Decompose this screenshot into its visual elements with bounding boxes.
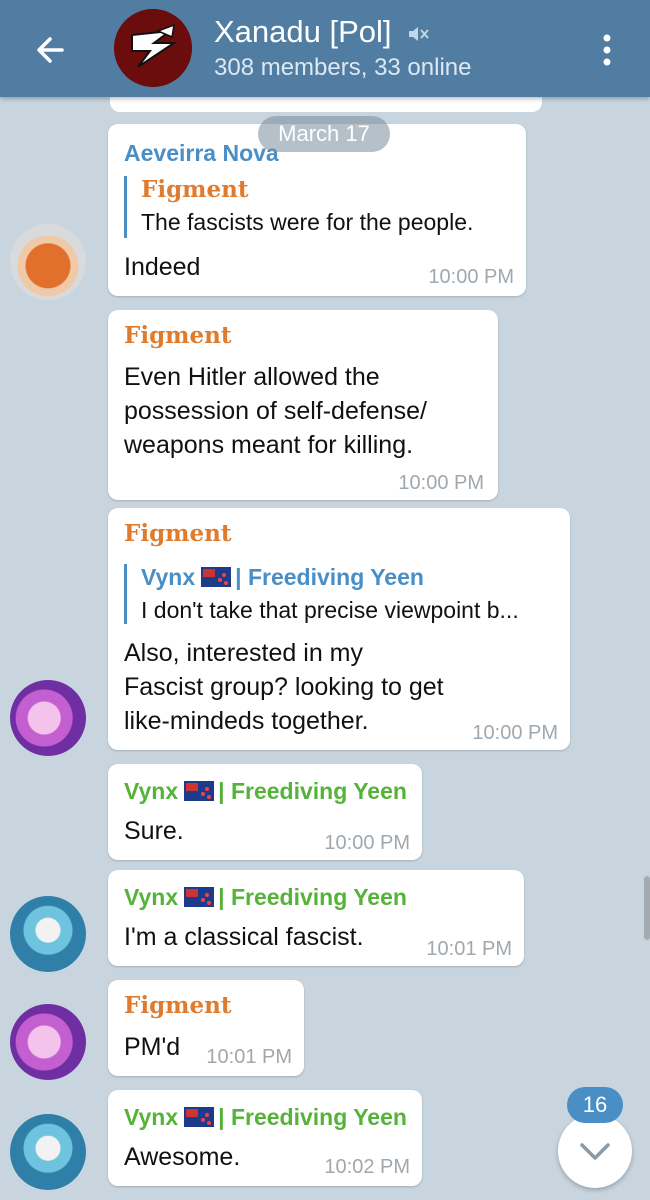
date-separator: March 17 [258,116,390,152]
reply-sender-prefix: Vynx [141,564,196,590]
new-zealand-flag-icon [184,1106,215,1127]
new-zealand-flag-icon [201,566,232,587]
unread-count-badge: 16 [567,1087,623,1123]
message-bubble[interactable]: Figment PM'd 10:01 PM [108,980,304,1076]
scrollbar[interactable] [644,876,650,940]
message-line: Even Hitler allowed the [124,363,380,391]
message-time: 10:01 PM [206,1046,292,1068]
user-avatar[interactable] [10,896,86,972]
more-options-icon[interactable] [592,30,622,70]
sender-name[interactable]: Vynx | Freediving Yeen [124,884,407,911]
chat-title-text: Xanadu [Pol] [214,14,392,49]
reply-sender-name: Vynx | Freediving Yeen [141,564,519,591]
message-line: like-mindeds together. [124,707,369,735]
sender-prefix: Vynx [124,778,179,804]
reply-text: The fascists were for the people. [141,209,474,235]
group-logo-icon [114,9,192,87]
reply-text: I don't take that precise viewpoint b... [141,597,519,623]
back-arrow-icon[interactable] [30,30,70,70]
message-bubble[interactable]: Figment Vynx | Freediving Yeen I don't ta… [108,508,570,750]
message-bubble[interactable]: Figment Even Hitler allowed the possessi… [108,310,498,500]
sender-suffix: | Freediving Yeen [218,778,407,804]
message-bubble[interactable]: Vynx | Freediving Yeen Awesome. 10:02 PM [108,1090,422,1186]
user-avatar[interactable] [10,224,86,300]
message-time: 10:00 PM [398,472,484,494]
chat-title[interactable]: Xanadu [Pol] [214,14,430,50]
message-text: Sure. [124,817,184,845]
sender-name[interactable]: Figment [124,520,231,547]
message-line: Also, interested in my [124,639,363,667]
message-time: 10:00 PM [472,722,558,744]
reply-sender-suffix: | Freediving Yeen [235,564,424,590]
reply-quote[interactable]: Vynx | Freediving Yeen I don't take that … [124,564,519,624]
sender-prefix: Vynx [124,884,179,910]
member-count: 308 members, 33 online [214,54,472,81]
reply-quote[interactable]: Figment The fascists were for the people… [124,176,473,238]
chevron-down-icon [580,1143,610,1160]
message-text: I'm a classical fascist. [124,923,364,951]
sender-name[interactable]: Figment [124,322,231,349]
message-text: PM'd [124,1033,181,1061]
muted-speaker-icon [409,26,429,41]
sender-suffix: | Freediving Yeen [218,884,407,910]
message-line: weapons meant for killing. [124,431,414,459]
user-avatar[interactable] [10,680,86,756]
message-time: 10:00 PM [324,832,410,854]
message-time: 10:00 PM [428,266,514,288]
message-time: 10:02 PM [324,1156,410,1178]
sender-suffix: | Freediving Yeen [218,1104,407,1130]
sender-name[interactable]: Aeveirra Nova [124,140,279,167]
group-avatar[interactable] [114,9,192,87]
message-bubble[interactable]: Vynx | Freediving Yeen I'm a classical fa… [108,870,524,966]
message-bubble[interactable]: Vynx | Freediving Yeen Sure. 10:00 PM [108,764,422,860]
sender-name[interactable]: Vynx | Freediving Yeen [124,778,407,805]
message-text: Indeed [124,253,201,281]
message-line: possession of self-defense/ [124,397,427,425]
user-avatar[interactable] [10,1114,86,1190]
message-text: Awesome. [124,1143,241,1171]
sender-name[interactable]: Figment [124,992,231,1019]
sender-name[interactable]: Vynx | Freediving Yeen [124,1104,407,1131]
reply-sender-name: Figment [141,176,249,203]
new-zealand-flag-icon [184,886,215,907]
chat-header: Xanadu [Pol] 308 members, 33 online [0,0,650,97]
user-avatar[interactable] [10,1004,86,1080]
scroll-to-bottom-button[interactable] [558,1114,632,1188]
message-line: Fascist group? looking to get [124,673,444,701]
message-time: 10:01 PM [426,938,512,960]
sender-prefix: Vynx [124,1104,179,1130]
new-zealand-flag-icon [184,780,215,801]
